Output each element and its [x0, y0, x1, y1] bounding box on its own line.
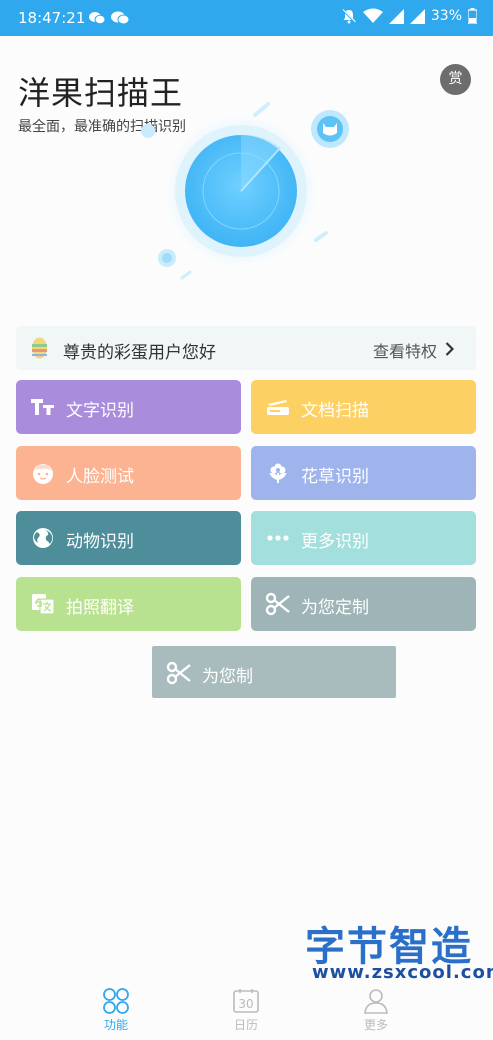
nav-label: 功能	[103, 1018, 128, 1032]
calendar-day: 30	[238, 997, 253, 1011]
view-privileges-label: 查看特权	[372, 342, 437, 361]
battery-icon	[468, 8, 477, 24]
tile-label: 人脸测试	[66, 467, 134, 487]
chevron-right-icon	[445, 341, 455, 360]
battery-level: 33%	[430, 8, 462, 24]
dragging-tile-ghost[interactable]: 为您制	[152, 646, 396, 698]
tile-label: 更多识别	[301, 532, 369, 552]
easter-egg-icon	[32, 337, 47, 359]
tile-more-recognition[interactable]: 更多识别	[251, 511, 476, 565]
wechat-icon	[89, 10, 106, 25]
tile-label: 拍照翻译	[66, 598, 134, 618]
status-time: 18:47:21	[18, 9, 86, 27]
scanner-icon	[265, 395, 291, 419]
reward-button[interactable]: 赏	[440, 64, 471, 95]
face-icon	[30, 461, 56, 485]
nav-item-calendar[interactable]: 30 日历	[216, 986, 276, 1033]
tile-label: 文字识别	[66, 401, 134, 421]
nav-label: 更多	[363, 1018, 388, 1032]
nav-item-more[interactable]: 更多	[346, 986, 406, 1033]
watermark-url: www.zsxcool.com	[312, 962, 493, 983]
tile-text-recognition[interactable]: 文字识别	[16, 380, 241, 434]
globe-icon	[30, 526, 56, 550]
translate-icon	[30, 592, 56, 616]
tile-label: 动物识别	[66, 532, 134, 552]
flower-icon	[265, 461, 291, 485]
text-tt-icon	[30, 395, 56, 419]
signal-icon	[409, 8, 425, 24]
bottom-nav: 功能 30 日历 更多	[0, 982, 493, 1040]
tile-animal-recognition[interactable]: 动物识别	[16, 511, 241, 565]
tile-face-test[interactable]: 人脸测试	[16, 446, 241, 500]
tile-label: 为您制	[202, 667, 253, 687]
vip-banner[interactable]: 尊贵的彩蛋用户您好 查看特权	[16, 326, 476, 370]
tile-label: 文档扫描	[301, 401, 369, 421]
tile-plant-recognition[interactable]: 花草识别	[251, 446, 476, 500]
mute-icon	[341, 8, 357, 24]
view-privileges-link[interactable]: 查看特权	[372, 338, 455, 362]
person-icon	[346, 987, 406, 1015]
tile-photo-translate[interactable]: 拍照翻译	[16, 577, 241, 631]
more-dots-icon	[265, 526, 291, 550]
signal-icon	[388, 8, 404, 24]
status-indicators: 33%	[341, 8, 477, 24]
scissors-icon	[166, 661, 192, 685]
wechat-icon	[111, 10, 130, 25]
calendar-icon: 30	[216, 987, 276, 1015]
scissors-icon	[265, 592, 291, 616]
tile-label: 为您定制	[301, 598, 369, 618]
radar-illustration	[0, 90, 493, 300]
tile-document-scan[interactable]: 文档扫描	[251, 380, 476, 434]
grid-circles-icon	[86, 987, 146, 1015]
wifi-icon	[362, 8, 383, 24]
tile-customize[interactable]: 为您定制	[251, 577, 476, 631]
tile-label: 花草识别	[301, 467, 369, 487]
vip-greeting: 尊贵的彩蛋用户您好	[63, 343, 216, 363]
status-bar: 18:47:21 33%	[0, 0, 493, 36]
nav-label: 日历	[233, 1018, 258, 1032]
nav-item-features[interactable]: 功能	[86, 986, 146, 1033]
